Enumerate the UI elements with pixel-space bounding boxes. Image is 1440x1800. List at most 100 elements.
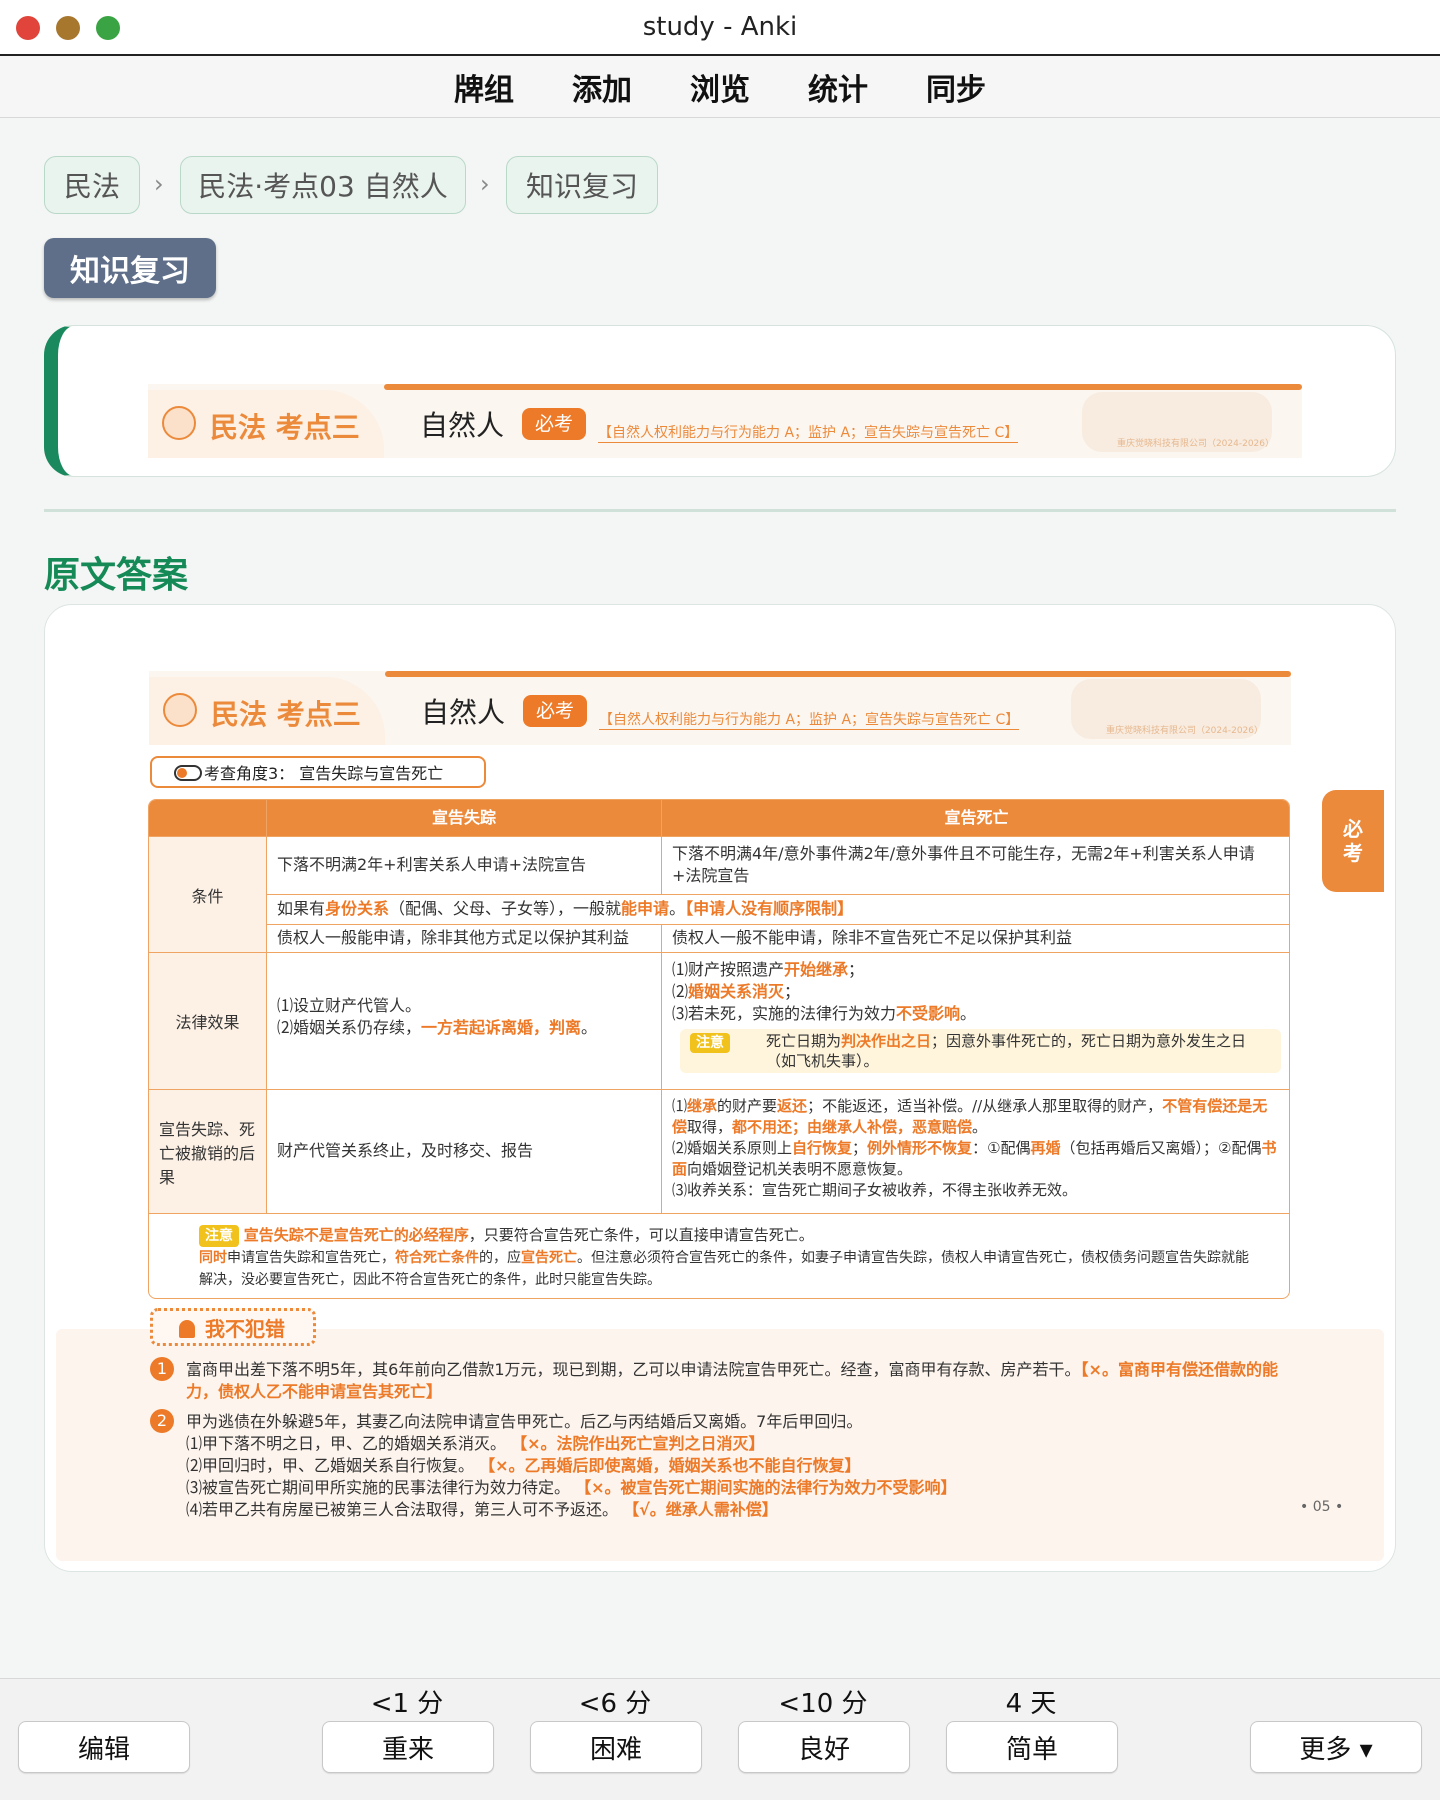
again-button[interactable]: 重来 <box>322 1721 494 1773</box>
toolbar-stats[interactable]: 统计 <box>808 65 868 109</box>
toolbar-sync[interactable]: 同步 <box>926 65 986 109</box>
cell-text: ⑵ <box>672 982 689 1001</box>
cell-text: ，只要符合宣告死亡条件，可以直接申请宣告死亡。 <box>468 1226 814 1244</box>
mistakes-title: 我不犯错 <box>150 1308 316 1346</box>
book-icon <box>162 406 196 440</box>
topic-header-banner: 民法 考点三 自然人 必考 【自然人权利能力与行为能力 A；监护 A；宣告失踪与… <box>149 671 1291 745</box>
again-interval: <1 分 <box>370 1689 444 1719</box>
row-label: 法律效果 <box>149 953 267 1090</box>
cell-text: 婚姻关系消灭 <box>688 982 785 1001</box>
row-label: 宣告失踪、死亡被撤销的后果 <box>149 1090 267 1214</box>
cell-text: 向婚姻登记机关表明不愿意恢复。 <box>687 1160 913 1178</box>
q-answer: 【×。乙再婚后即使离婚，婚姻关系也不能自行恢复】 <box>479 1456 861 1475</box>
good-button[interactable]: 良好 <box>738 1721 910 1773</box>
cell-text: 符合死亡条件 <box>395 1250 479 1266</box>
cell-text: ；不能返还，适当补偿。//从继承人那里取得的财产， <box>807 1097 1163 1115</box>
toolbar-add[interactable]: 添加 <box>572 65 632 109</box>
must-badge: 必考 <box>523 695 587 727</box>
q-text: ⑷若甲乙共有房屋已被第三人合法取得，第三人可不予返还。 <box>186 1500 619 1519</box>
cell-text: ⑵婚姻关系原则上 <box>672 1139 793 1157</box>
question-card: 民法 考点三 自然人 必考 【自然人权利能力与行为能力 A；监护 A；宣告失踪与… <box>44 325 1396 477</box>
cell-text: 取得， <box>687 1118 733 1136</box>
toggle-icon <box>174 765 202 781</box>
subject-label: 民法 考点三 <box>211 698 361 731</box>
answer-bar <box>0 1678 1440 1800</box>
subject-label: 民法 考点三 <box>210 411 360 444</box>
cell-text: 自行恢复 <box>792 1139 853 1157</box>
book-icon <box>163 693 197 727</box>
cell-text: 【申请人没有顺序限制】 <box>685 899 854 918</box>
more-button[interactable]: 更多 ▾ <box>1250 1721 1422 1773</box>
table-cell: 下落不明满4年/意外事件满2年/意外事件且不可能生存，无需2年+利害关系人申请+… <box>662 837 1289 895</box>
table-header: 宣告死亡 <box>662 800 1289 837</box>
cell-text: 。 <box>960 1004 977 1023</box>
table-header: 宣告失踪 <box>267 800 662 837</box>
question-number: 1 <box>150 1357 174 1381</box>
company-text: 重庆觉晓科技有限公司（2024-2026） <box>1105 726 1263 736</box>
exam-angle-label: 考查角度3： 宣告失踪与宣告死亡 <box>150 756 486 788</box>
topic-header-banner: 民法 考点三 自然人 必考 【自然人权利能力与行为能力 A；监护 A；宣告失踪与… <box>148 384 1302 458</box>
cell-text: 身份关系 <box>325 899 390 918</box>
q-text: ⑵甲回归时，甲、乙婚姻关系自行恢复。 <box>186 1456 475 1475</box>
cell-text: 返还 <box>777 1097 808 1115</box>
q-text: ⑴甲下落不明之日，甲、乙的婚姻关系消灭。 <box>186 1434 507 1453</box>
table-cell: 下落不明满2年+利害关系人申请+法院宣告 <box>267 837 662 895</box>
toolbar-browse[interactable]: 浏览 <box>690 65 750 109</box>
breadcrumb-item-2[interactable]: 民法·考点03 自然人 <box>180 156 466 214</box>
section-pill: 知识复习 <box>44 238 216 298</box>
company-text: 重庆觉晓科技有限公司（2024-2026） <box>1116 439 1274 449</box>
cell-text: ； <box>784 982 801 1001</box>
divider <box>44 509 1396 512</box>
easy-interval: 4 天 <box>1005 1689 1057 1719</box>
cell-text: 的，应 <box>479 1250 521 1266</box>
scope-text: 【自然人权利能力与行为能力 A；监护 A；宣告失踪与宣告死亡 C】 <box>598 422 1019 443</box>
table-cell: 债权人一般不能申请，除非不宣告死亡不足以保护其利益 <box>662 925 1289 953</box>
hard-button[interactable]: 困难 <box>530 1721 702 1773</box>
cell-text: 都不用还；由继承人补偿，恶意赔偿 <box>732 1118 973 1136</box>
q-text: ⑶被宣告死亡期间甲所实施的民事法律行为效力待定。 <box>186 1478 571 1497</box>
cell-text: 例外情形不恢复 <box>867 1139 973 1157</box>
cell-text: ； <box>852 1139 868 1157</box>
table-cell: ⑴设立财产代管人。 ⑵婚姻关系仍存续，一方若起诉离婚，判离。 <box>267 953 662 1090</box>
cell-text: ⑶若未死，实施的法律行为效力 <box>672 1004 897 1023</box>
q-text: 富商甲出差下落不明5年，其6年前向乙借款1万元，现已到期，乙可以申请法院宣告甲死… <box>186 1360 1081 1379</box>
cell-text: ⑴设立财产代管人。 <box>277 996 422 1015</box>
cell-text: ⑶收养关系：宣告死亡期间子女被收养，不得主张收养无效。 <box>672 1181 1078 1199</box>
cell-text: 同时 <box>199 1250 227 1266</box>
cell-text: 。 <box>669 899 686 918</box>
topic-title: 自然人 <box>421 696 506 729</box>
window-title: study - Anki <box>642 12 798 42</box>
breadcrumb-item-1[interactable]: 民法 <box>44 156 140 214</box>
page-number: • 05 • <box>1300 1499 1344 1515</box>
cell-text: 一方若起诉离婚，判离 <box>421 1018 582 1037</box>
breadcrumb-separator: › <box>154 170 164 198</box>
breadcrumb-item-3[interactable]: 知识复习 <box>506 156 658 214</box>
toolbar-decks[interactable]: 牌组 <box>454 65 514 109</box>
bell-icon <box>179 1320 195 1338</box>
cell-text: ⑴财产按照遗产 <box>672 960 785 979</box>
cell-text: 。 <box>581 1018 598 1037</box>
table-cell: ⑴继承的财产要返还；不能返还，适当补偿。//从继承人那里取得的财产，不管有偿还是… <box>662 1090 1289 1214</box>
attention-box: 注意 死亡日期为判决作出之日；因意外事件死亡的，死亡日期为意外发生之日（如飞机失事… <box>680 1029 1281 1073</box>
cell-text: ； <box>848 960 865 979</box>
cell-text: 宣告失踪不是宣告死亡的必经程序 <box>243 1226 469 1244</box>
cell-text: 宣告死亡 <box>521 1250 577 1266</box>
q-answer: 【×。法院作出死亡宣判之日消灭】 <box>511 1434 765 1453</box>
cell-text: 判决作出之日 <box>841 1032 932 1050</box>
scope-text: 【自然人权利能力与行为能力 A；监护 A；宣告失踪与宣告死亡 C】 <box>599 709 1020 730</box>
table-cell: ⑴财产按照遗产开始继承； ⑵婚姻关系消灭； ⑶若未死，实施的法律行为效力不受影响… <box>662 953 1289 1090</box>
main-toolbar: 牌组 添加 浏览 统计 同步 <box>0 56 1440 118</box>
cell-text: 的财产要 <box>717 1097 778 1115</box>
cell-text: （配偶、父母、子女等），一般就 <box>389 899 622 918</box>
easy-button[interactable]: 简单 <box>946 1721 1118 1773</box>
cell-text: ⑴ <box>672 1097 688 1115</box>
edit-button[interactable]: 编辑 <box>18 1721 190 1773</box>
q-answer: 【×。被宣告死亡期间实施的法律行为效力不受影响】 <box>575 1478 957 1497</box>
table-cell: 债权人一般能申请，除非其他方式足以保护其利益 <box>267 925 662 953</box>
mistakes-title-text: 我不犯错 <box>205 1316 285 1341</box>
comparison-table: 宣告失踪 宣告死亡 条件 下落不明满2年+利害关系人申请+法院宣告 下落不明满4… <box>148 799 1290 1299</box>
cell-text: 不受影响 <box>896 1004 961 1023</box>
table-footnote: 注意 宣告失踪不是宣告死亡的必经程序，只要符合宣告死亡条件，可以直接申请宣告死亡… <box>189 1218 1269 1297</box>
title-bar: study - Anki <box>0 0 1440 56</box>
must-badge: 必考 <box>522 408 586 440</box>
